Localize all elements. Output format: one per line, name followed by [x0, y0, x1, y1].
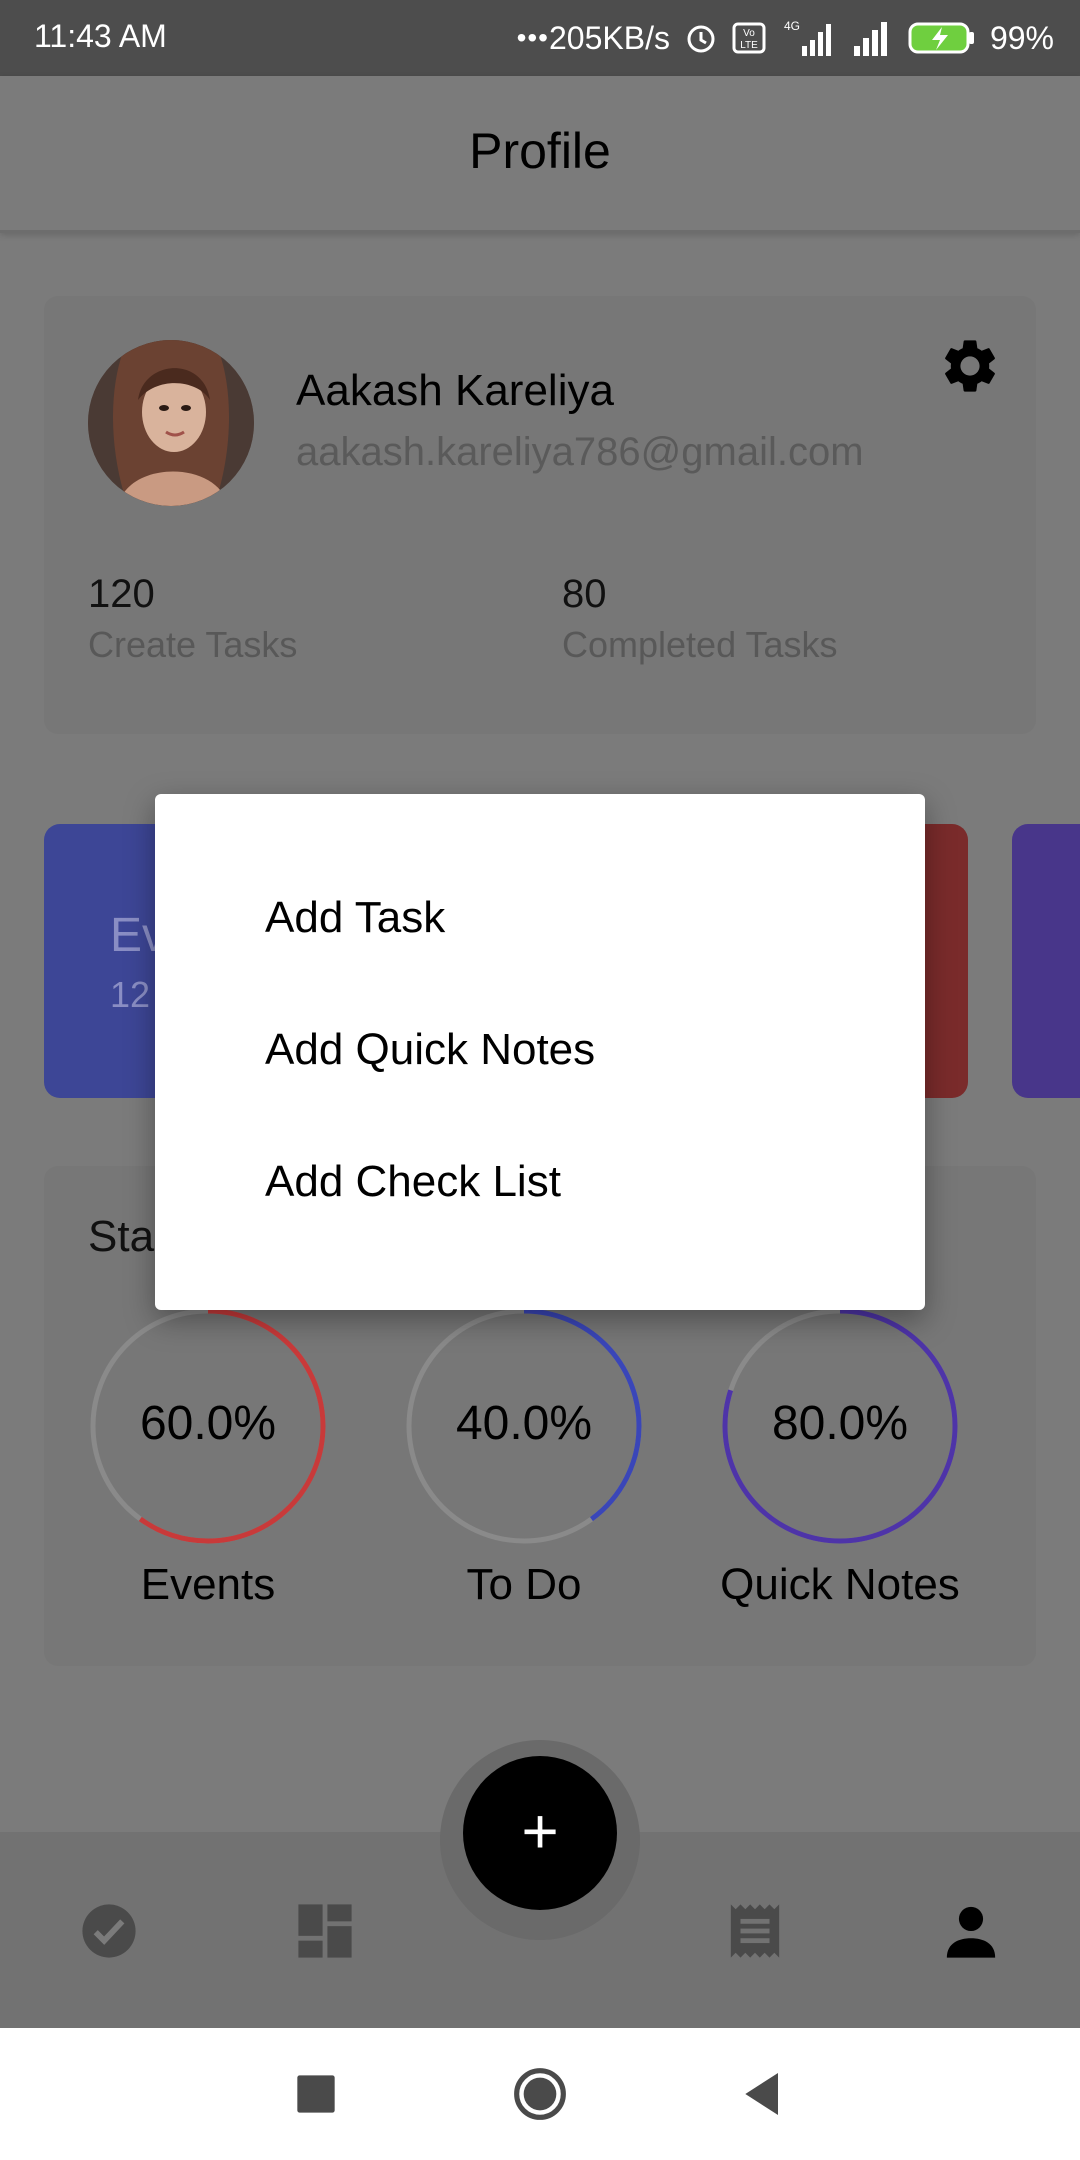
add-quick-notes-item[interactable]: Add Quick Notes	[265, 1020, 595, 1080]
app-bar: Profile	[0, 76, 1080, 233]
network-speed: 205KB/s	[548, 19, 670, 56]
avatar[interactable]	[88, 340, 254, 506]
person-icon[interactable]	[942, 1902, 1000, 1960]
profile-name: Aakash Kareliya	[296, 366, 614, 415]
todo-percent: 40.0%	[455, 1397, 593, 1450]
events-ring-label: Events	[140, 1560, 276, 1609]
create-tasks-count: 120	[88, 572, 155, 616]
home-icon[interactable]	[512, 2066, 568, 2122]
events-percent: 60.0%	[139, 1397, 277, 1450]
profile-card: Aakash Kareliya aakash.kareliya786@gmail…	[44, 296, 1036, 734]
profile-email: aakash.kareliya786@gmail.com	[296, 430, 864, 474]
todo-ring-label: To Do	[466, 1560, 582, 1609]
events-tile-count: 12	[110, 974, 151, 1015]
alarm-icon	[687, 25, 715, 53]
status-time: 11:43 AM	[34, 18, 167, 54]
battery-charging-icon	[908, 22, 974, 54]
completed-tasks-label: Completed Tasks	[562, 624, 838, 665]
battery-percent: 99%	[989, 19, 1054, 56]
completed-tasks-count: 80	[562, 572, 607, 616]
notes-icon[interactable]	[726, 1902, 784, 1960]
todo-progress-ring: 40.0%	[404, 1306, 644, 1546]
add-check-list-item[interactable]: Add Check List	[265, 1152, 561, 1212]
quick-notes-ring-label: Quick Notes	[720, 1560, 960, 1609]
check-circle-icon[interactable]	[80, 1902, 138, 1960]
add-task-item[interactable]: Add Task	[265, 888, 445, 948]
svg-text:Vo: Vo	[743, 28, 755, 39]
svg-text:4G: 4G	[784, 19, 800, 33]
signal-4g-icon: 4G	[784, 19, 831, 56]
dots-icon: •••	[516, 22, 549, 53]
statistics-title: Sta	[88, 1212, 155, 1261]
add-menu-dialog: Add Task Add Quick Notes Add Check List	[155, 794, 925, 1310]
back-icon[interactable]	[736, 2066, 792, 2122]
quick-notes-progress-ring: 80.0%	[720, 1306, 960, 1546]
page-title: Profile	[469, 123, 611, 179]
dashboard-icon[interactable]	[296, 1902, 354, 1960]
quick-notes-percent: 80.0%	[771, 1397, 909, 1450]
add-fab-label: +	[521, 1795, 559, 1867]
add-fab-button[interactable]: +	[463, 1756, 617, 1910]
events-progress-ring: 60.0%	[88, 1306, 328, 1546]
gear-icon[interactable]	[938, 334, 1002, 398]
quick-notes-tile[interactable]	[1012, 824, 1080, 1098]
signal-icon	[853, 22, 887, 56]
svg-text:LTE: LTE	[740, 40, 758, 51]
recents-icon[interactable]	[288, 2066, 344, 2122]
volte-icon: VoLTE	[732, 22, 766, 54]
status-bar: 11:43 AM ••• 205KB/s Vo LTE 4G 99%	[0, 0, 1080, 76]
create-tasks-label: Create Tasks	[88, 624, 298, 665]
system-navigation-bar	[0, 2028, 1080, 2160]
